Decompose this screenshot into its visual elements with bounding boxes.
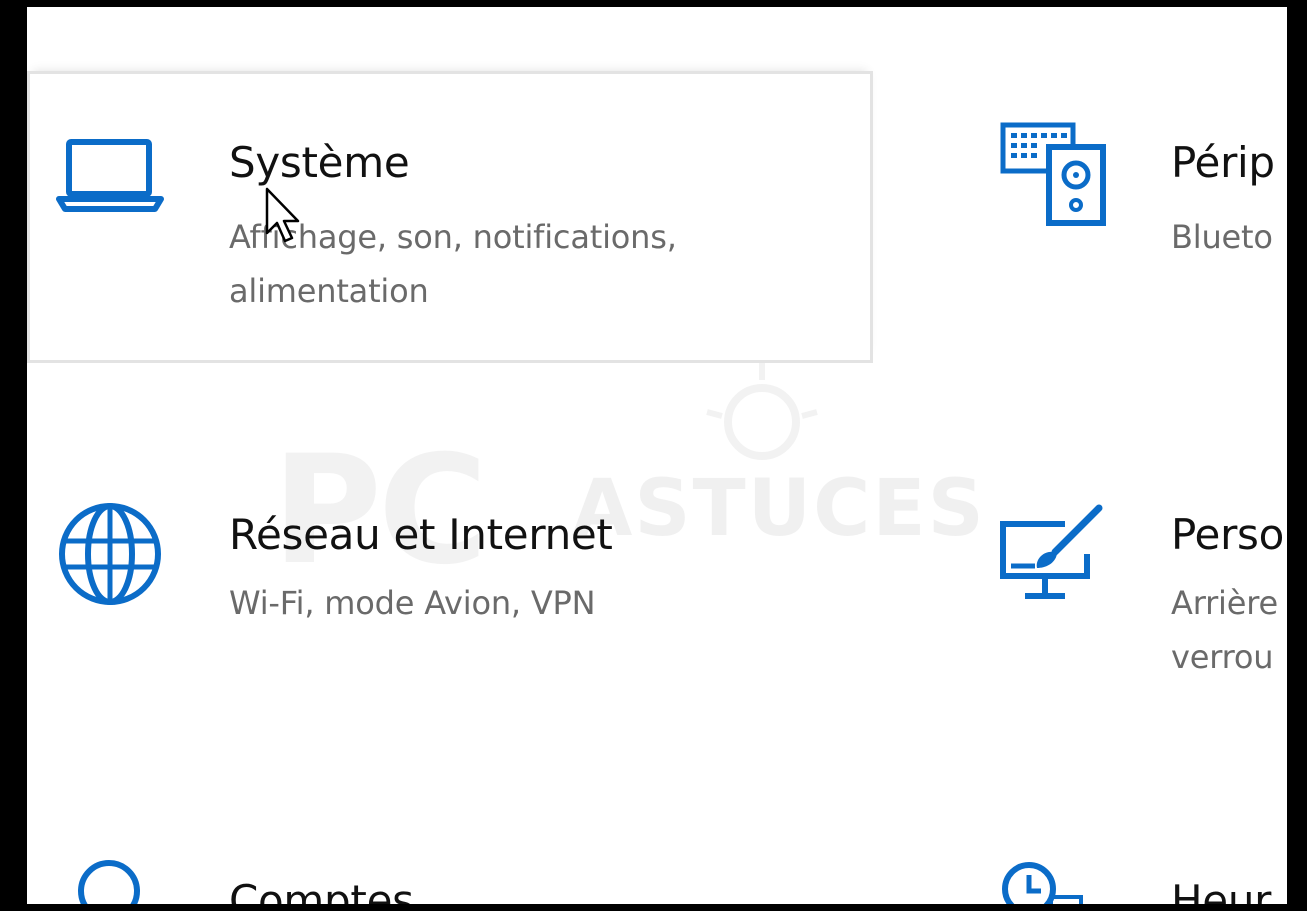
tile-system-desc-line2: alimentation bbox=[229, 272, 429, 310]
paint-monitor-icon bbox=[995, 502, 1115, 607]
tile-personalization-title: Perso bbox=[1171, 510, 1285, 559]
keyboard-speaker-icon bbox=[999, 119, 1109, 229]
tile-accounts-title: Comptes bbox=[229, 876, 414, 904]
tile-personalization-desc-line1: Arrière bbox=[1171, 584, 1278, 622]
tile-devices-title: Périp bbox=[1171, 138, 1275, 187]
mouse-pointer-icon bbox=[265, 187, 305, 251]
tile-personalization-desc-line2: verrou bbox=[1171, 638, 1274, 676]
tile-time-title: Heur bbox=[1171, 876, 1272, 904]
tile-network-title: Réseau et Internet bbox=[229, 510, 613, 559]
clock-icon bbox=[999, 859, 1099, 904]
person-icon bbox=[69, 855, 149, 904]
tile-accounts[interactable] bbox=[27, 827, 873, 904]
laptop-icon bbox=[55, 137, 165, 217]
globe-icon bbox=[55, 499, 165, 609]
tile-devices-desc: Blueto bbox=[1171, 218, 1273, 256]
settings-home: PC ASTUCES Système Affichage, son, notif… bbox=[27, 7, 1287, 904]
tile-system-title: Système bbox=[229, 138, 410, 187]
tile-network-desc: Wi-Fi, mode Avion, VPN bbox=[229, 584, 596, 622]
